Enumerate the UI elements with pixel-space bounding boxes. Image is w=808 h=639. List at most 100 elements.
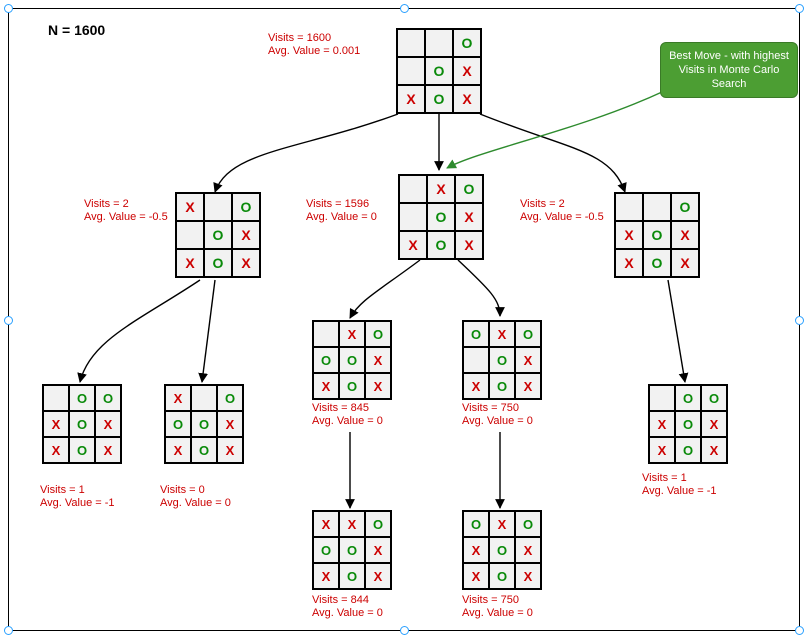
board-cell: X — [515, 537, 541, 563]
best-move-callout: Best Move - with highest Visits in Monte… — [660, 42, 798, 98]
board-cell: O — [675, 437, 701, 463]
board-cell: O — [313, 347, 339, 373]
selection-handle[interactable] — [795, 316, 804, 325]
board-cell: X — [365, 563, 391, 589]
board-cell: X — [43, 437, 69, 463]
board-cell: X — [176, 249, 204, 277]
board-root: OOXXOX — [396, 28, 482, 114]
selection-handle[interactable] — [400, 626, 409, 635]
board-cell — [649, 385, 675, 411]
node-stats: Visits = 750Avg. Value = 0 — [462, 402, 533, 428]
board-cell: X — [313, 563, 339, 589]
selection-handle[interactable] — [400, 4, 409, 13]
board-cell: O — [425, 57, 453, 85]
selection-handle[interactable] — [795, 626, 804, 635]
selection-handle[interactable] — [4, 626, 13, 635]
board-cell — [191, 385, 217, 411]
board-cell: O — [463, 511, 489, 537]
board-cell: O — [165, 411, 191, 437]
board-cell: O — [339, 373, 365, 399]
node-stats: Visits = 844Avg. Value = 0 — [312, 594, 383, 620]
board-cell: O — [339, 537, 365, 563]
board-cell: O — [489, 537, 515, 563]
board-cell — [176, 221, 204, 249]
board-cell: O — [69, 385, 95, 411]
board-cell: X — [453, 57, 481, 85]
board-cell: X — [671, 221, 699, 249]
board-cell: X — [365, 537, 391, 563]
board-cell: X — [427, 175, 455, 203]
board-cell: O — [515, 321, 541, 347]
board-cell: O — [232, 193, 260, 221]
board-cell: O — [365, 511, 391, 537]
board-cell — [615, 193, 643, 221]
board-cell: O — [675, 411, 701, 437]
board-l2d: OXOOXXOX — [462, 320, 542, 400]
board-cell: O — [339, 563, 365, 589]
board-cell: X — [399, 231, 427, 259]
board-cell — [397, 29, 425, 57]
board-l1c: OXOXXOX — [614, 192, 700, 278]
board-cell: O — [217, 385, 243, 411]
node-stats: Visits = 750Avg. Value = 0 — [462, 594, 533, 620]
board-cell: O — [204, 221, 232, 249]
node-stats: Visits = 1600Avg. Value = 0.001 — [268, 32, 360, 58]
board-cell: O — [69, 411, 95, 437]
board-cell — [313, 321, 339, 347]
board-cell: X — [313, 373, 339, 399]
board-cell: X — [217, 437, 243, 463]
diagram-canvas: { "title": "N = 1600", "callout": "Best … — [0, 0, 808, 639]
board-cell: X — [232, 221, 260, 249]
board-l3c: XXOOOXXOX — [312, 510, 392, 590]
board-cell: O — [191, 411, 217, 437]
board-l2e: OOXOXXOX — [648, 384, 728, 464]
node-stats: Visits = 1Avg. Value = -1 — [642, 472, 717, 498]
node-stats: Visits = 1Avg. Value = -1 — [40, 484, 115, 510]
board-cell: X — [463, 373, 489, 399]
board-cell: X — [453, 85, 481, 113]
board-cell — [425, 29, 453, 57]
selection-handle[interactable] — [4, 4, 13, 13]
board-cell: O — [489, 373, 515, 399]
board-cell: O — [701, 385, 727, 411]
board-l2c: XOOOXXOX — [312, 320, 392, 400]
board-cell: X — [701, 437, 727, 463]
board-cell: X — [339, 321, 365, 347]
board-cell — [397, 57, 425, 85]
board-cell: X — [95, 411, 121, 437]
board-cell: X — [489, 511, 515, 537]
board-cell: X — [515, 347, 541, 373]
board-l3d: OXOXOXXOX — [462, 510, 542, 590]
board-cell: X — [313, 511, 339, 537]
board-cell: O — [463, 321, 489, 347]
board-cell: O — [427, 231, 455, 259]
board-cell — [204, 193, 232, 221]
board-cell: X — [615, 221, 643, 249]
board-cell: O — [643, 249, 671, 277]
board-cell: X — [95, 437, 121, 463]
board-cell: O — [671, 193, 699, 221]
board-cell: O — [204, 249, 232, 277]
board-cell — [463, 347, 489, 373]
board-l1a: XOOXXOX — [175, 192, 261, 278]
board-cell — [399, 203, 427, 231]
node-stats: Visits = 1596Avg. Value = 0 — [306, 198, 377, 224]
board-cell: O — [69, 437, 95, 463]
board-l2a: OOXOXXOX — [42, 384, 122, 464]
board-cell: X — [165, 385, 191, 411]
board-cell: X — [397, 85, 425, 113]
board-cell: X — [365, 347, 391, 373]
board-cell: O — [339, 347, 365, 373]
board-cell: O — [489, 347, 515, 373]
board-cell: X — [515, 373, 541, 399]
board-cell: X — [455, 231, 483, 259]
selection-handle[interactable] — [4, 316, 13, 325]
selection-handle[interactable] — [795, 4, 804, 13]
board-cell: O — [191, 437, 217, 463]
board-cell: X — [463, 563, 489, 589]
board-cell: X — [176, 193, 204, 221]
board-l2b: XOOOXXOX — [164, 384, 244, 464]
board-cell: O — [365, 321, 391, 347]
board-cell: X — [515, 563, 541, 589]
board-cell: X — [615, 249, 643, 277]
